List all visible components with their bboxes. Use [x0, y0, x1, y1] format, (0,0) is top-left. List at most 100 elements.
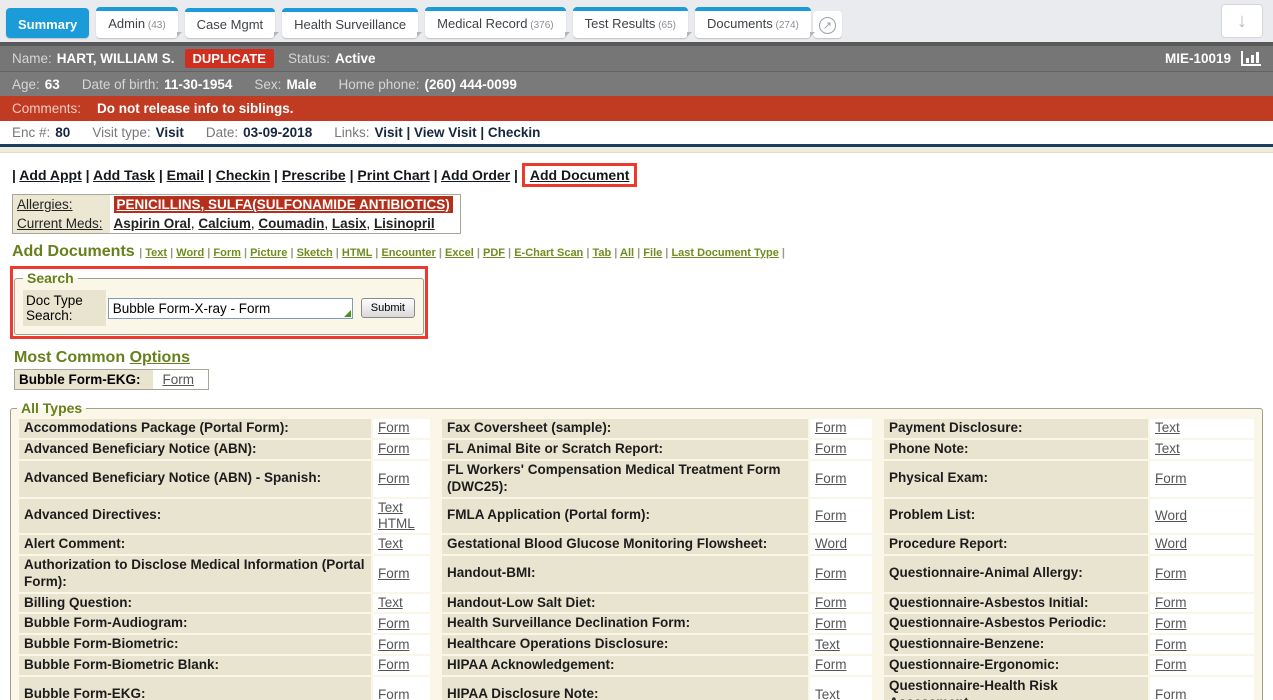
add-doc-text-link[interactable]: Text: [145, 247, 167, 259]
add-documents-header: Add Documents | Text | Word | Form | Pic…: [12, 243, 1263, 261]
doc-link-html[interactable]: HTML: [378, 516, 415, 531]
encounter-link-checkin[interactable]: Checkin: [488, 125, 541, 140]
tab-summary[interactable]: Summary: [6, 8, 89, 38]
add-doc-file-link[interactable]: File: [643, 247, 662, 259]
doc-link-form[interactable]: Form: [378, 471, 410, 486]
doc-link-form[interactable]: Form: [378, 441, 410, 456]
doc-link-form[interactable]: Form: [378, 637, 410, 652]
doc-link-form[interactable]: Form: [163, 372, 195, 387]
doc-link-form[interactable]: Form: [815, 508, 847, 523]
doc-link-text[interactable]: Text: [1155, 441, 1180, 456]
email-link[interactable]: Email: [167, 167, 204, 183]
doc-type-label: Bubble Form-EKG:: [19, 677, 371, 700]
doc-link-text[interactable]: Text: [378, 595, 403, 610]
prescribe-link[interactable]: Prescribe: [282, 167, 346, 183]
med-link-lisinopril[interactable]: Lisinopril: [374, 216, 435, 231]
add-doc-encounter-link[interactable]: Encounter: [381, 247, 435, 259]
popout-button[interactable]: ↗: [813, 11, 842, 38]
doc-link-word[interactable]: Word: [1155, 536, 1187, 551]
doc-link-form[interactable]: Form: [815, 616, 847, 631]
doc-link-form[interactable]: Form: [378, 420, 410, 435]
doc-link-form[interactable]: Form: [1155, 471, 1187, 486]
doc-link-form[interactable]: Form: [378, 566, 410, 581]
tab-documents[interactable]: Documents (274): [695, 7, 811, 38]
doc-link-form[interactable]: Form: [815, 420, 847, 435]
doc-link-form[interactable]: Form: [815, 566, 847, 581]
encounter-links: Visit | View Visit | Checkin: [374, 125, 540, 140]
tab-admin[interactable]: Admin (43): [96, 7, 177, 38]
doc-link-form[interactable]: Form: [1155, 595, 1187, 610]
doc-link-text[interactable]: Text: [1155, 420, 1180, 435]
doc-link-text[interactable]: Text: [378, 500, 403, 515]
tab-medical-record[interactable]: Medical Record (376): [425, 7, 565, 38]
doc-type-search-input[interactable]: [108, 298, 353, 319]
options-link[interactable]: Options: [130, 349, 190, 366]
add-doc-last-document-type-link[interactable]: Last Document Type: [671, 247, 778, 259]
add-doc-all-link[interactable]: All: [620, 247, 634, 259]
submit-button[interactable]: Submit: [361, 298, 415, 318]
med-link-lasix[interactable]: Lasix: [332, 216, 367, 231]
encounter-link-view-visit[interactable]: View Visit: [414, 125, 477, 140]
print-chart-link[interactable]: Print Chart: [357, 167, 429, 183]
doc-link-form[interactable]: Form: [815, 441, 847, 456]
add-document-link[interactable]: Add Document: [530, 167, 630, 183]
collapse-header-button[interactable]: ↓: [1221, 4, 1263, 38]
flowsheet-chart-icon[interactable]: [1241, 51, 1261, 66]
current-meds-link[interactable]: Current Meds:: [17, 216, 103, 231]
add-order-link[interactable]: Add Order: [441, 167, 510, 183]
current-meds-label-cell: Current Meds:: [13, 214, 110, 234]
doc-link-form[interactable]: Form: [1155, 566, 1187, 581]
doc-type-link-cell: Form: [1150, 614, 1254, 633]
tab-test-results[interactable]: Test Results (65): [573, 7, 688, 38]
tab-health-surveillance[interactable]: Health Surveillance: [282, 8, 418, 38]
checkin-link[interactable]: Checkin: [216, 167, 270, 183]
doc-type-label: Healthcare Operations Disclosure:: [442, 635, 808, 654]
add-doc-picture-link[interactable]: Picture: [250, 247, 287, 259]
doc-type-link-cell: Form: [373, 614, 430, 633]
allergies-label-cell: Allergies:: [13, 195, 110, 215]
doc-link-word[interactable]: Word: [1155, 508, 1187, 523]
doc-link-text[interactable]: Text: [378, 536, 403, 551]
doc-type-label: Bubble Form-Biometric Blank:: [19, 656, 371, 675]
doc-type-link-cell: Form: [810, 656, 872, 675]
add-doc-word-link[interactable]: Word: [176, 247, 204, 259]
doc-type-label: Questionnaire-Ergonomic:: [884, 656, 1148, 675]
doc-link-form[interactable]: Form: [815, 471, 847, 486]
add-doc-sketch-link[interactable]: Sketch: [297, 247, 333, 259]
add-doc-e-chart-scan-link[interactable]: E-Chart Scan: [514, 247, 583, 259]
doc-link-form[interactable]: Form: [815, 657, 847, 672]
doc-link-form[interactable]: Form: [378, 616, 410, 631]
doc-link-form[interactable]: Form: [1155, 687, 1187, 700]
dob-value: 11-30-1954: [164, 77, 232, 92]
patient-demographics-row: Age: 63 Date of birth: 11-30-1954 Sex: M…: [0, 71, 1273, 96]
allergies-link[interactable]: Allergies:: [17, 197, 73, 212]
allergies-value-link[interactable]: PENICILLINS, SULFA(SULFONAMIDE ANTIBIOTI…: [114, 196, 453, 213]
add-doc-tab-link[interactable]: Tab: [592, 247, 611, 259]
add-appt-link[interactable]: Add Appt: [19, 167, 81, 183]
add-doc-pdf-link[interactable]: PDF: [483, 247, 505, 259]
column-spacer: [874, 556, 882, 592]
doc-link-form[interactable]: Form: [1155, 657, 1187, 672]
encounter-link-visit[interactable]: Visit: [374, 125, 402, 140]
doc-link-form[interactable]: Form: [815, 595, 847, 610]
add-doc-excel-link[interactable]: Excel: [445, 247, 474, 259]
doc-link-form[interactable]: Form: [378, 687, 410, 700]
doc-type-link-cell: Form: [810, 594, 872, 613]
doc-link-form[interactable]: Form: [378, 657, 410, 672]
tab-case-mgmt[interactable]: Case Mgmt: [185, 8, 275, 38]
med-link-calcium[interactable]: Calcium: [198, 216, 251, 231]
doc-link-form[interactable]: Form: [1155, 616, 1187, 631]
allergies-meds-box: Allergies: PENICILLINS, SULFA(SULFONAMID…: [12, 194, 461, 234]
patient-name-row: Name: HART, WILLIAM S. DUPLICATE Status:…: [0, 46, 1273, 71]
add-doc-html-link[interactable]: HTML: [342, 247, 372, 259]
add-task-link[interactable]: Add Task: [93, 167, 155, 183]
med-link-aspirin-oral[interactable]: Aspirin Oral: [114, 216, 191, 231]
name-label: Name:: [12, 51, 52, 66]
doc-link-form[interactable]: Form: [1155, 637, 1187, 652]
doc-link-word[interactable]: Word: [815, 536, 847, 551]
doc-type-link-cell: Form: [373, 656, 430, 675]
add-doc-form-link[interactable]: Form: [213, 247, 241, 259]
med-link-coumadin[interactable]: Coumadin: [258, 216, 324, 231]
doc-link-text[interactable]: Text: [815, 637, 840, 652]
doc-link-text[interactable]: Text: [815, 687, 840, 700]
